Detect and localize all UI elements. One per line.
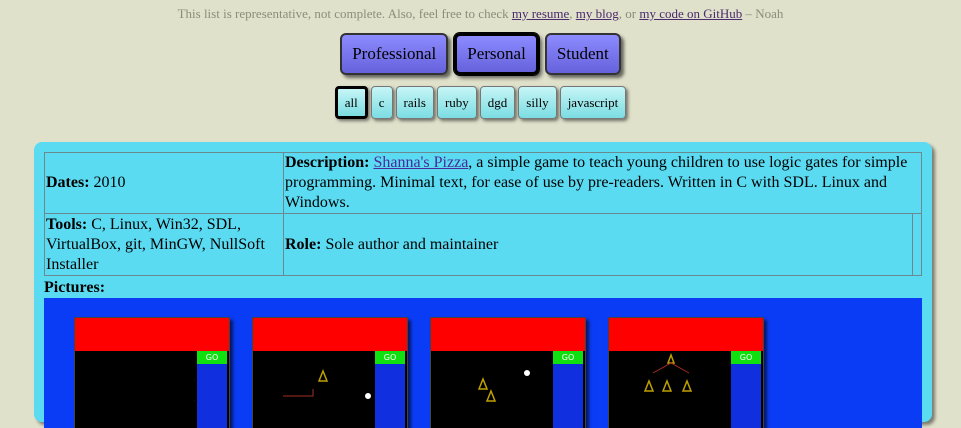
go-button-graphic: GO — [375, 351, 405, 364]
tag-silly-button[interactable]: silly — [518, 86, 557, 119]
description-cell: Description: Shanna's Pizza, a simple ga… — [283, 152, 922, 214]
gate-bin-graphic — [553, 364, 583, 428]
tag-javascript-button[interactable]: javascript — [559, 86, 627, 119]
game-board-graphic — [643, 352, 693, 392]
description-label: Description: — [285, 154, 370, 171]
github-link[interactable]: my code on GitHub — [639, 6, 742, 21]
game-banner — [609, 318, 763, 351]
tag-dgd-button[interactable]: dgd — [479, 86, 516, 119]
category-bar: Professional Personal Student — [0, 33, 961, 77]
category-student-button[interactable]: Student — [544, 33, 621, 75]
game-board-graphic — [477, 370, 530, 402]
game-board-graphic — [194, 380, 195, 402]
dates-cell: Dates: 2010 — [44, 152, 284, 214]
tools-label: Tools: — [46, 215, 88, 233]
role-label: Role: — [285, 235, 322, 253]
resume-link[interactable]: my resume — [512, 6, 569, 21]
game-banner — [253, 318, 407, 351]
game-board-graphic — [283, 368, 371, 399]
gate-bin-graphic — [375, 364, 405, 428]
project-info-table: Dates: 2010 Description: Shanna's Pizza,… — [44, 152, 922, 276]
tag-c-button[interactable]: c — [370, 86, 393, 119]
pictures-gallery: GO GO GO GO — [44, 298, 922, 428]
role-cell: Role: Sole author and maintainer — [283, 213, 913, 276]
intro-text: This list is representative, not complet… — [0, 6, 961, 22]
screenshot-thumbnail[interactable]: GO — [430, 317, 586, 428]
intro-sep-2: , or — [618, 6, 640, 21]
tag-filter-bar: all c rails ruby dgd silly javascript — [0, 86, 961, 120]
gate-bin-graphic — [197, 364, 227, 428]
gate-bin-graphic — [731, 364, 761, 428]
role-value: Sole author and maintainer — [321, 235, 499, 253]
go-button-graphic: GO — [731, 351, 761, 364]
tag-all-button[interactable]: all — [334, 86, 368, 119]
dates-value: 2010 — [89, 174, 126, 191]
screenshot-thumbnail[interactable]: GO — [608, 317, 764, 428]
blog-link[interactable]: my blog — [576, 6, 619, 21]
category-personal-button[interactable]: Personal — [454, 33, 539, 75]
project-link[interactable]: Shanna's Pizza — [373, 154, 468, 171]
intro-prefix: This list is representative, not complet… — [177, 6, 512, 21]
category-professional-button[interactable]: Professional — [340, 33, 449, 75]
game-banner — [75, 318, 229, 351]
go-button-graphic: GO — [553, 351, 583, 364]
project-card: Dates: 2010 Description: Shanna's Pizza,… — [34, 142, 932, 428]
game-banner — [431, 318, 585, 351]
intro-suffix: – Noah — [742, 6, 784, 21]
screenshot-thumbnail[interactable]: GO — [74, 317, 230, 428]
pictures-label: Pictures: — [44, 279, 106, 296]
screenshot-thumbnail[interactable]: GO — [252, 317, 408, 428]
tools-cell: Tools: C, Linux, Win32, SDL, VirtualBox,… — [44, 213, 284, 276]
go-button-graphic: GO — [197, 351, 227, 364]
tag-ruby-button[interactable]: ruby — [436, 86, 477, 119]
empty-cell — [912, 213, 922, 276]
tag-rails-button[interactable]: rails — [395, 86, 434, 119]
dates-label: Dates: — [46, 174, 90, 191]
